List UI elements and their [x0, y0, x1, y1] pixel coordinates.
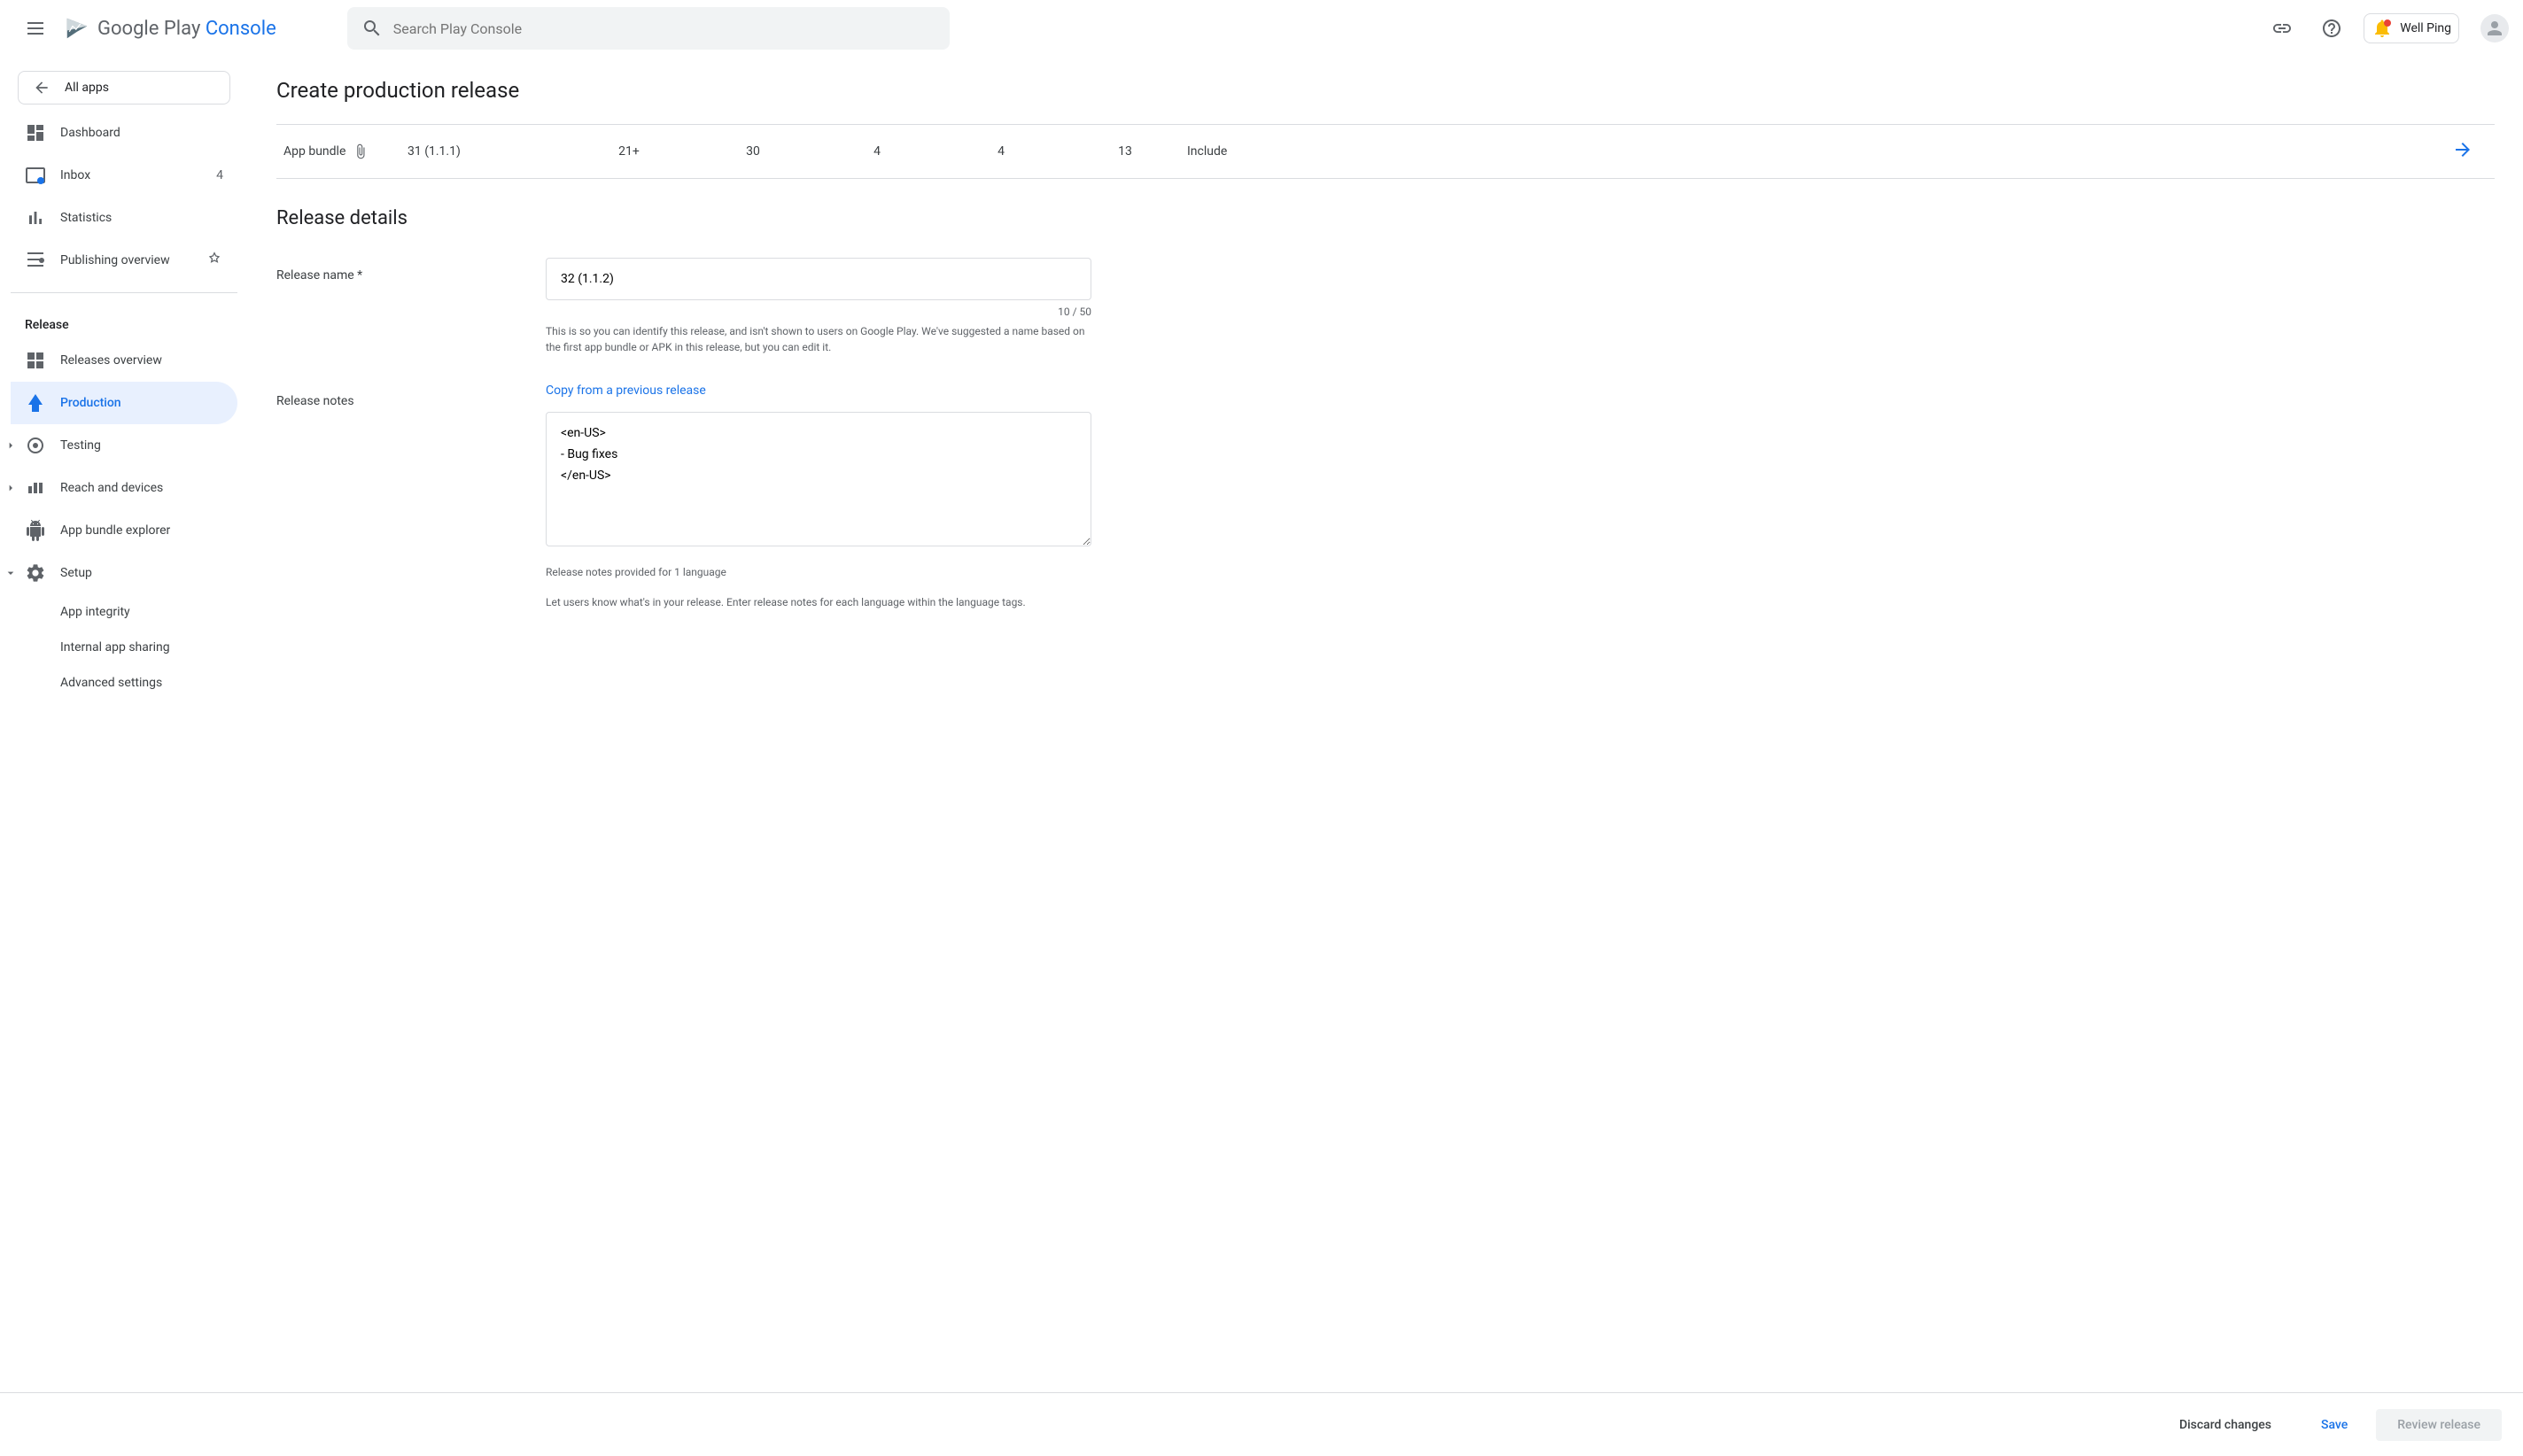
sidebar-item-inbox[interactable]: Inbox 4	[11, 154, 237, 197]
nav-label: Setup	[60, 566, 223, 580]
sidebar-item-app-bundle-explorer[interactable]: App bundle explorer	[11, 509, 237, 552]
target-cell: 30	[691, 144, 815, 159]
link-icon	[2271, 18, 2293, 39]
all-apps-button[interactable]: All apps	[18, 71, 230, 105]
page-title: Create production release	[276, 78, 2495, 103]
releases-overview-icon	[25, 350, 46, 371]
nav-label: App bundle explorer	[60, 523, 223, 538]
copy-previous-link[interactable]: Copy from a previous release	[546, 383, 1091, 398]
nav-label: Production	[60, 396, 223, 410]
production-icon	[25, 392, 46, 414]
version-cell: 31 (1.1.1)	[408, 144, 567, 159]
publishing-icon	[25, 250, 46, 271]
release-name-help: This is so you can identify this release…	[546, 323, 1091, 355]
notes-help-text: Let users know what's in your release. E…	[546, 594, 1091, 610]
nav-divider	[11, 292, 237, 293]
sidebar: All apps Dashboard Inbox 4 Statistics Pu…	[0, 57, 248, 709]
bell-icon	[2372, 18, 2393, 39]
sidebar-item-production[interactable]: Production	[11, 382, 237, 424]
arrow-right-icon[interactable]	[2452, 139, 2473, 160]
sidebar-item-dashboard[interactable]: Dashboard	[11, 112, 237, 154]
reach-devices-icon	[25, 477, 46, 499]
inbox-icon	[25, 165, 46, 186]
avatar-button[interactable]	[2480, 14, 2509, 43]
notes-provided-text: Release notes provided for 1 language	[546, 564, 1091, 580]
nav-label: Reach and devices	[60, 481, 223, 495]
testing-icon	[25, 435, 46, 456]
person-icon	[2484, 18, 2505, 39]
sidebar-item-internal-app-sharing[interactable]: Internal app sharing	[11, 630, 237, 665]
release-name-label: Release name *	[276, 258, 546, 355]
sidebar-item-releases-overview[interactable]: Releases overview	[11, 339, 237, 382]
collapse-arrow-icon	[4, 566, 18, 580]
nav-label: Inbox	[60, 168, 202, 182]
help-icon	[2321, 18, 2342, 39]
main-content: Create production release App bundle 31 …	[248, 57, 2523, 709]
review-release-button[interactable]: Review release	[2376, 1409, 2502, 1441]
nav-label: Statistics	[60, 211, 223, 225]
user-name-label: Well Ping	[2400, 21, 2451, 35]
sidebar-item-app-integrity[interactable]: App integrity	[11, 594, 237, 630]
char-counter: 10 / 50	[546, 306, 1091, 318]
release-notes-label: Release notes	[276, 383, 546, 610]
sidebar-item-setup[interactable]: Setup	[11, 552, 237, 594]
logo[interactable]: Google Play Console	[64, 15, 276, 42]
all-apps-label: All apps	[65, 81, 109, 95]
logo-text: Google Play Console	[97, 18, 276, 40]
col4a-cell: 4	[815, 144, 939, 159]
app-bundle-row: App bundle 31 (1.1.1) 21+ 30 4 4 13 Incl…	[276, 124, 2495, 179]
header: Google Play Console Well Ping	[0, 0, 2523, 57]
nav-label: Dashboard	[60, 126, 223, 140]
android-icon	[25, 520, 46, 541]
publishing-status-icon	[206, 252, 223, 269]
user-chip[interactable]: Well Ping	[2364, 13, 2459, 43]
attachment-icon	[353, 143, 369, 159]
back-arrow-icon	[33, 79, 50, 97]
sidebar-item-testing[interactable]: Testing	[11, 424, 237, 467]
release-details-title: Release details	[276, 207, 2495, 229]
include-cell: Include	[1187, 144, 1276, 159]
inbox-badge: 4	[216, 168, 223, 182]
discard-button[interactable]: Discard changes	[2158, 1409, 2293, 1441]
menu-button[interactable]	[14, 7, 57, 50]
nav-label: Internal app sharing	[60, 640, 223, 654]
sdk-cell: 21+	[567, 144, 691, 159]
col13-cell: 13	[1063, 144, 1187, 159]
bundle-type-label: App bundle	[283, 144, 345, 159]
dashboard-icon	[25, 122, 46, 143]
search-icon	[361, 18, 383, 39]
sidebar-item-reach-devices[interactable]: Reach and devices	[11, 467, 237, 509]
gear-icon	[25, 562, 46, 584]
nav-label: Testing	[60, 438, 223, 453]
release-notes-textarea[interactable]	[546, 412, 1091, 546]
nav-label: Advanced settings	[60, 676, 223, 690]
link-icon-button[interactable]	[2264, 11, 2300, 46]
sidebar-item-statistics[interactable]: Statistics	[11, 197, 237, 239]
hamburger-icon	[27, 20, 43, 36]
sidebar-item-publishing-overview[interactable]: Publishing overview	[11, 239, 237, 282]
release-section-title: Release	[11, 304, 237, 339]
search-box[interactable]	[347, 7, 950, 50]
help-icon-button[interactable]	[2314, 11, 2349, 46]
expand-arrow-icon	[4, 481, 18, 495]
expand-arrow-icon	[4, 438, 18, 453]
sidebar-item-advanced-settings[interactable]: Advanced settings	[11, 665, 237, 701]
statistics-icon	[25, 207, 46, 228]
nav-label: Releases overview	[60, 353, 223, 368]
play-console-logo-icon	[64, 15, 90, 42]
save-button[interactable]: Save	[2300, 1409, 2369, 1441]
col4b-cell: 4	[939, 144, 1063, 159]
release-name-input[interactable]	[546, 258, 1091, 300]
nav-label: Publishing overview	[60, 253, 191, 267]
nav-label: App integrity	[60, 605, 223, 619]
footer-actions: Discard changes Save Review release	[0, 1392, 2523, 1456]
search-input[interactable]	[393, 20, 935, 37]
